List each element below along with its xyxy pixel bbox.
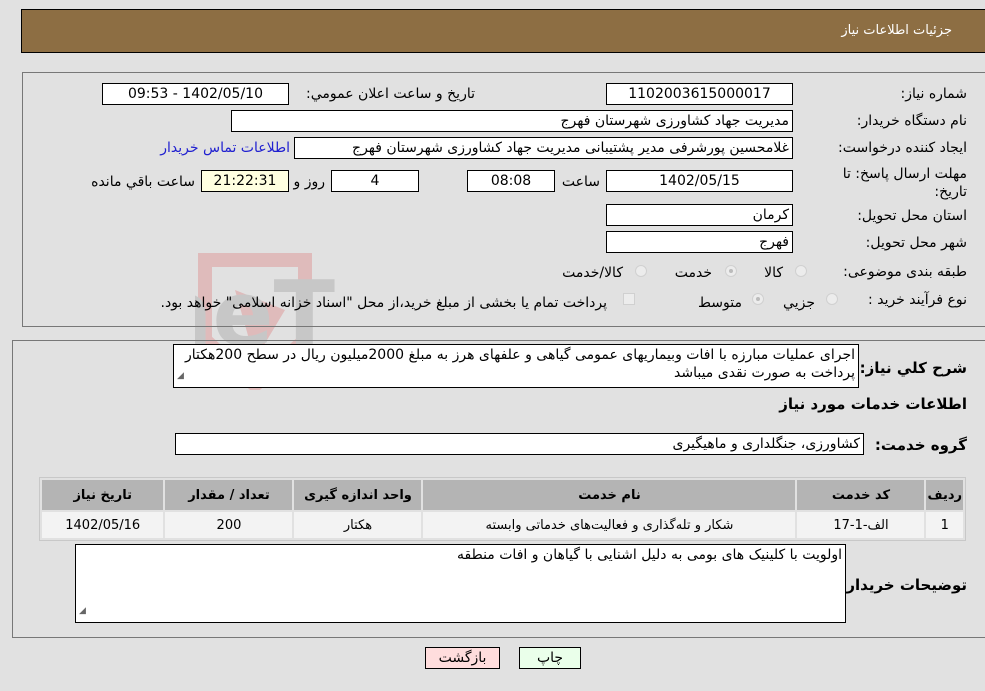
description-text: اجرای عملیات مبارزه با افات وبیماریهای ع… <box>185 347 855 381</box>
services-table: رديف کد خدمت نام خدمت واحد اندازه گيری ت… <box>39 477 966 541</box>
province-field[interactable]: کرمان <box>606 204 793 226</box>
category-radio-service[interactable] <box>725 265 737 277</box>
need-number-field[interactable]: 1102003615000017 <box>606 83 793 105</box>
category-radio-goods-service[interactable] <box>635 265 647 277</box>
category-goods-label: کالا <box>764 265 783 281</box>
buyer-contact-link[interactable]: اطلاعات تماس خريدار <box>160 140 290 156</box>
col-need-date: تاريخ نياز <box>42 480 164 510</box>
announce-date-label: تاريخ و ساعت اعلان عمومي: <box>306 86 475 102</box>
treasury-checkbox[interactable] <box>623 293 635 305</box>
city-field[interactable]: فهرج <box>606 231 793 253</box>
category-service-label: خدمت <box>674 265 712 281</box>
days-label: روز و <box>293 174 326 190</box>
process-radio-medium[interactable] <box>752 293 764 305</box>
deadline-date-field[interactable]: 1402/05/15 <box>606 170 793 192</box>
cell-quantity: 200 <box>165 512 293 538</box>
cell-service-code: الف-1-17 <box>797 512 925 538</box>
process-minor-label: جزيي <box>783 295 815 311</box>
resize-grip-icon[interactable]: ◢ <box>79 602 86 620</box>
category-label: طبقه بندی موضوعی: <box>843 264 967 280</box>
process-type-label: نوع فرآيند خريد : <box>868 292 967 308</box>
cell-need-date: 1402/05/16 <box>42 512 164 538</box>
remaining-time-label: ساعت باقي مانده <box>91 174 195 190</box>
page-title: جزئیات اطلاعات نیاز <box>841 23 952 38</box>
buyer-notes-textarea[interactable]: اولویت با کلینیک های بومی به دلیل اشنایی… <box>75 544 846 623</box>
treasury-note: پرداخت تمام يا بخشی از مبلغ خريد،از محل … <box>160 295 607 311</box>
buyer-org-field[interactable]: مديريت جهاد کشاورزی شهرستان فهرج <box>231 110 793 132</box>
category-radio-goods[interactable] <box>795 265 807 277</box>
process-medium-label: متوسط <box>698 295 742 311</box>
col-service-code: کد خدمت <box>797 480 925 510</box>
cell-service-name: شکار و تله‌گذاری و فعالیت‌های خدماتی واب… <box>423 512 796 538</box>
remaining-time-field[interactable]: 21:22:31 <box>201 170 289 192</box>
deadline-time-field[interactable]: 08:08 <box>467 170 555 192</box>
table-header-row: رديف کد خدمت نام خدمت واحد اندازه گيری ت… <box>42 480 963 510</box>
buyer-notes-text: اولویت با کلینیک های بومی به دلیل اشنایی… <box>457 547 842 563</box>
col-service-name: نام خدمت <box>423 480 796 510</box>
col-row-number: رديف <box>926 480 963 510</box>
service-group-label: گروه خدمت: <box>874 436 967 454</box>
service-group-field[interactable]: کشاورزی، جنگلداری و ماهيگيری <box>175 433 864 455</box>
back-button[interactable]: بازگشت <box>425 647 500 669</box>
need-number-label: شماره نیاز: <box>900 86 968 102</box>
deadline-label: مهلت ارسال پاسخ: تا تاريخ: <box>842 166 967 200</box>
buyer-notes-label: توضيحات خريدار: <box>840 576 967 594</box>
category-goods-service-label: کالا/خدمت <box>562 265 623 281</box>
col-quantity: تعداد / مقدار <box>165 480 293 510</box>
province-label: استان محل تحويل: <box>857 208 967 224</box>
description-label: شرح کلي نياز: <box>859 359 967 377</box>
days-remaining-field[interactable]: 4 <box>331 170 419 192</box>
announce-date-field[interactable]: 1402/05/10 - 09:53 <box>102 83 289 105</box>
table-row: 1 الف-1-17 شکار و تله‌گذاری و فعالیت‌های… <box>42 512 963 538</box>
page-header: جزئیات اطلاعات نیاز <box>21 9 985 53</box>
deadline-time-label: ساعت <box>561 174 600 190</box>
col-unit: واحد اندازه گيری <box>294 480 422 510</box>
description-textarea[interactable]: اجرای عملیات مبارزه با افات وبیماریهای ع… <box>173 344 859 388</box>
print-button[interactable]: چاپ <box>519 647 581 669</box>
buyer-org-label: نام دستگاه خريدار: <box>856 113 967 129</box>
creator-label: ايجاد کننده درخواست: <box>838 140 967 156</box>
cell-unit: هکتار <box>294 512 422 538</box>
creator-field[interactable]: غلامحسين پورشرفی مدير پشتيبانی مديريت جه… <box>294 137 793 159</box>
process-radio-minor[interactable] <box>826 293 838 305</box>
resize-grip-icon[interactable]: ◢ <box>177 367 184 385</box>
cell-row-number: 1 <box>926 512 963 538</box>
city-label: شهر محل تحويل: <box>865 235 967 251</box>
services-section-title: اطلاعات خدمات مورد نياز <box>779 395 967 413</box>
